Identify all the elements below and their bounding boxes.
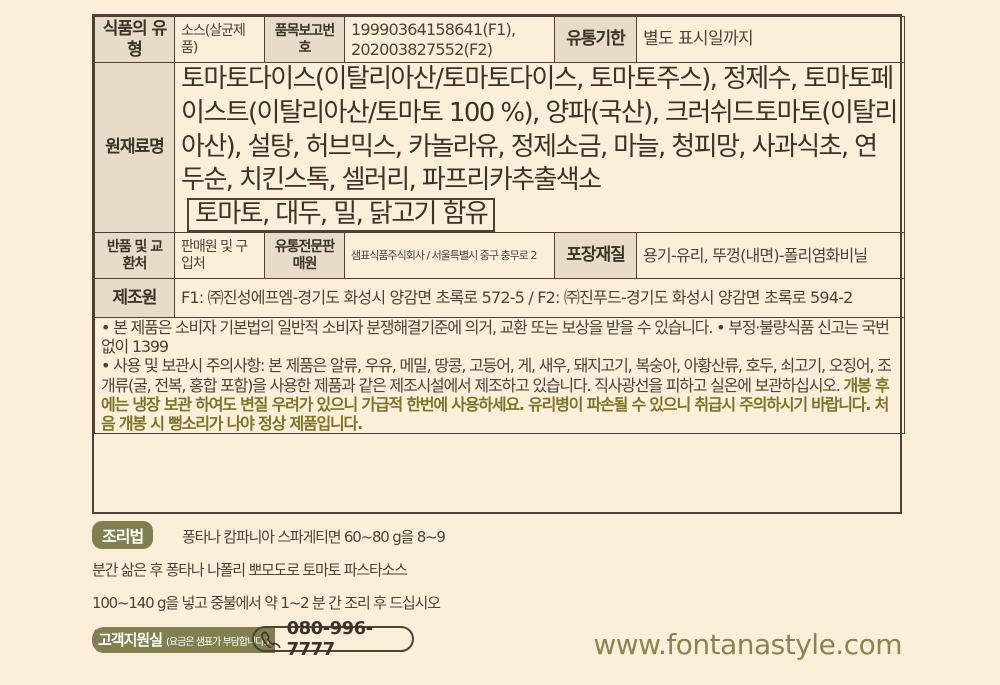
maker-label: 제조원 <box>94 278 175 319</box>
notice-storage: • 사용 및 보관시 주의사항: 본 제품은 알류, 우유, 메밀, 땅콩, 고… <box>101 356 898 433</box>
report-number-label: 품목보고번호 <box>264 16 345 63</box>
cooking-badge: 조리법 <box>92 521 154 549</box>
phone-icon <box>261 631 281 648</box>
expiry-value: 별도 표시일까지 <box>636 16 905 63</box>
distributor-label: 유통전문판매원 <box>264 232 345 280</box>
food-type-label: 식품의 유형 <box>94 16 175 63</box>
packaging-value: 용기-유리, 뚜껑(내면)-폴리염화비닐 <box>636 232 905 280</box>
support-label: 고객지원실 <box>98 631 163 649</box>
notice-cell: • 본 제품은 소비자 기본법의 일반적 소비자 분쟁해결기준에 의거, 교환 … <box>94 317 905 435</box>
report-number-value: 19990364158641(F1), 202003827552(F2) <box>344 16 555 63</box>
website-url[interactable]: www.fontanastyle.com <box>593 628 902 661</box>
exchange-value: 판매원 및 구입처 <box>174 232 265 280</box>
ingredients-text: 토마토다이스(이탈리아산/토마토다이스, 토마토주스), 정제수, 토마토페이스… <box>181 64 898 196</box>
maker-value: F1: ㈜진성에프엠-경기도 화성시 양감면 초록로 572-5 / F2: ㈜… <box>174 278 905 319</box>
notice-storage-text: • 사용 및 보관시 주의사항: 본 제품은 알류, 우유, 메밀, 땅콩, 고… <box>101 356 892 395</box>
product-info-table: 식품의 유형 소스(살균제품) 품목보고번호 19990364158641(F1… <box>94 16 905 435</box>
distributor-value: 샘표식품주식회사 / 서울특별시 중구 충무로 2 <box>344 232 555 280</box>
phone-number: 080-996-7777 <box>286 618 374 660</box>
expiry-label: 유통기한 <box>554 16 637 63</box>
food-type-value: 소스(살균제품) <box>174 16 265 63</box>
notice-consumer: • 본 제품은 소비자 기본법의 일반적 소비자 분쟁해결기준에 의거, 교환 … <box>101 318 890 357</box>
phone-number-box[interactable]: 080-996-7777 <box>252 618 414 660</box>
support-badge: 고객지원실 (요금은 샘표가 부담합니다.) <box>92 627 275 653</box>
ingredients-label: 원재료명 <box>94 61 175 234</box>
packaging-label: 포장재질 <box>554 232 637 280</box>
allergen-box: 토마토, 대두, 밀, 닭고기 함유 <box>187 198 496 233</box>
ingredients-cell: 토마토다이스(이탈리아산/토마토다이스, 토마토주스), 정제수, 토마토페이스… <box>174 61 905 234</box>
product-info-label: 식품의 유형 소스(살균제품) 품목보고번호 19990364158641(F1… <box>92 14 905 514</box>
exchange-label: 반품 및 교환처 <box>94 232 175 280</box>
